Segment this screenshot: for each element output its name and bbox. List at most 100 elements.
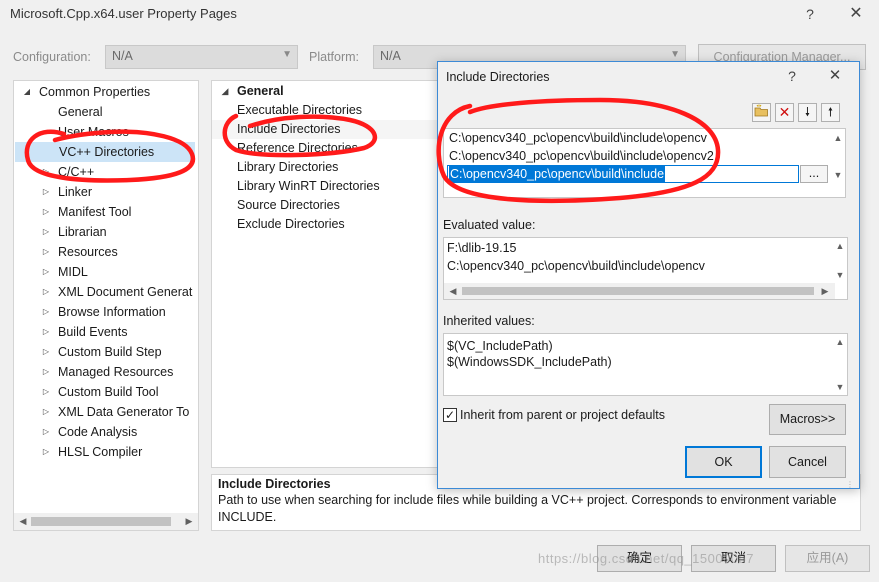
expand-arrow-icon[interactable]: ▷ [41, 262, 51, 282]
tree-item[interactable]: ▷ MIDL [14, 262, 198, 282]
property-tree[interactable]: ◢ Common Properties General User Macros VC++… [13, 80, 199, 531]
tree-item[interactable]: ▷ C/C++ [14, 162, 198, 182]
dialog-title: Include Directories [446, 70, 550, 84]
browse-button[interactable]: ... [800, 165, 828, 183]
configuration-dropdown[interactable]: N/A ▼ [105, 45, 298, 69]
tree-item[interactable]: VC++ Directories [15, 142, 195, 162]
scroll-left-icon[interactable]: ◀ [16, 513, 30, 529]
expand-arrow-icon[interactable]: ▷ [41, 422, 51, 442]
inherited-label: Inherited values: [443, 314, 535, 328]
expand-arrow-icon[interactable]: ▷ [41, 362, 51, 382]
expand-arrow-icon[interactable]: ▷ [41, 282, 51, 302]
scroll-down-icon[interactable]: ▼ [833, 379, 847, 395]
tree-item-label: User Macros [58, 125, 129, 139]
section-header[interactable]: ◢ General [212, 82, 440, 101]
property-name: Include Directories [237, 122, 341, 136]
expand-arrow-icon[interactable]: ▷ [41, 222, 51, 242]
apply-button[interactable]: 应用(A) [785, 545, 870, 572]
help-button[interactable]: ? [796, 3, 824, 25]
delete-icon[interactable]: ✕ [775, 103, 794, 122]
evaluated-box: F:\dlib-19.15 C:\opencv340_pc\opencv\bui… [443, 237, 848, 300]
chevron-down-icon: ▼ [670, 49, 680, 60]
property-row[interactable]: Library WinRT Directories [212, 177, 440, 196]
expand-arrow-icon[interactable]: ▷ [41, 322, 51, 342]
tree-item[interactable]: ▷ Librarian [14, 222, 198, 242]
tree-item[interactable]: ▷ XML Document Generat [14, 282, 198, 302]
property-row[interactable]: Reference Directories [212, 139, 440, 158]
dialog-cancel-button[interactable]: Cancel [769, 446, 846, 478]
tree-item-label: Build Events [58, 325, 128, 339]
inherit-checkbox[interactable]: ✓ [443, 408, 457, 422]
expand-arrow-icon[interactable]: ▷ [41, 182, 51, 202]
scroll-right-icon[interactable]: ▶ [818, 283, 832, 299]
tree-item-label: VC++ Directories [59, 145, 155, 159]
property-row[interactable]: Include Directories [212, 120, 440, 139]
new-folder-icon[interactable] [752, 103, 771, 122]
resize-grip-icon[interactable]: ⋮ [846, 480, 856, 489]
scroll-up-icon[interactable]: ▲ [833, 334, 847, 350]
scrollbar-thumb[interactable] [31, 517, 171, 526]
inherit-checkbox-label[interactable]: Inherit from parent or project defaults [460, 408, 665, 422]
tree-item[interactable]: ▷ Managed Resources [14, 362, 198, 382]
move-down-icon[interactable]: 🠗 [798, 103, 817, 122]
move-up-icon[interactable]: 🠕 [821, 103, 840, 122]
tree-item[interactable]: ▷ Linker [14, 182, 198, 202]
dialog-help-button[interactable]: ? [778, 65, 806, 87]
tree-item[interactable]: ▷ Browse Information [14, 302, 198, 322]
tree-item[interactable]: ▷ Resources [14, 242, 198, 262]
scroll-down-icon[interactable]: ▼ [831, 167, 845, 183]
directory-entry-editor[interactable]: C:\opencv340_pc\opencv\build\include [447, 165, 799, 183]
scroll-down-icon[interactable]: ▼ [833, 267, 847, 283]
expand-arrow-icon[interactable]: ◢ [220, 82, 230, 101]
scroll-up-icon[interactable]: ▲ [833, 238, 847, 254]
property-name: Source Directories [237, 198, 340, 212]
tree-item[interactable]: ▷ Build Events [14, 322, 198, 342]
inherited-line: $(WindowsSDK_IncludePath) [447, 355, 612, 369]
property-row[interactable]: Executable Directories [212, 101, 440, 120]
close-button[interactable]: ✕ [842, 3, 870, 25]
tree-item[interactable]: ▷ HLSL Compiler [14, 442, 198, 462]
expand-arrow-icon[interactable]: ▷ [41, 242, 51, 262]
platform-value: N/A [380, 49, 401, 63]
scroll-up-icon[interactable]: ▲ [831, 130, 845, 146]
tree-item[interactable]: ▷ XML Data Generator To [14, 402, 198, 422]
inherited-box: $(VC_IncludePath) $(WindowsSDK_IncludePa… [443, 333, 848, 396]
expand-arrow-icon[interactable]: ▷ [41, 442, 51, 462]
inherited-line: $(VC_IncludePath) [447, 339, 553, 353]
tree-item[interactable]: ▷ Code Analysis [14, 422, 198, 442]
expand-arrow-icon[interactable]: ▷ [41, 342, 51, 362]
expand-arrow-icon[interactable]: ▷ [41, 162, 51, 182]
include-directories-dialog: Include Directories ? ✕ ✕ 🠗 🠕 C:\opencv3… [437, 61, 860, 489]
collapse-arrow-icon[interactable]: ◢ [22, 82, 32, 102]
evaluated-horizontal-scrollbar[interactable]: ◀ ▶ [444, 283, 835, 299]
tree-item-label: Browse Information [58, 305, 166, 319]
tree-item[interactable]: User Macros [14, 122, 198, 142]
tree-item[interactable]: ◢ Common Properties [14, 82, 198, 102]
expand-arrow-icon[interactable]: ▷ [41, 202, 51, 222]
expand-arrow-icon[interactable]: ▷ [41, 402, 51, 422]
property-row[interactable]: Library Directories [212, 158, 440, 177]
tree-horizontal-scrollbar[interactable]: ◀ ▶ [14, 513, 198, 530]
tree-item[interactable]: General [14, 102, 198, 122]
expand-arrow-icon[interactable]: ▷ [41, 302, 51, 322]
tree-item-label: Resources [58, 245, 118, 259]
dialog-close-button[interactable]: ✕ [821, 65, 849, 87]
tree-item[interactable]: ▷ Manifest Tool [14, 202, 198, 222]
chevron-down-icon: ▼ [282, 49, 292, 60]
directory-entry[interactable]: C:\opencv340_pc\opencv\build\include\ope… [449, 148, 714, 165]
directories-list[interactable]: C:\opencv340_pc\opencv\build\include\ope… [443, 128, 846, 198]
scrollbar-thumb[interactable] [462, 287, 814, 295]
property-row[interactable]: Exclude Directories [212, 215, 440, 234]
evaluated-line: C:\opencv340_pc\opencv\build\include\ope… [447, 259, 705, 273]
scroll-right-icon[interactable]: ▶ [182, 513, 196, 529]
tree-item[interactable]: ▷ Custom Build Tool [14, 382, 198, 402]
tree-item-label: Custom Build Tool [58, 385, 159, 399]
scroll-left-icon[interactable]: ◀ [446, 283, 460, 299]
directory-entry[interactable]: C:\opencv340_pc\opencv\build\include\ope… [449, 130, 707, 147]
expand-arrow-icon[interactable]: ▷ [41, 382, 51, 402]
property-row[interactable]: Source Directories [212, 196, 440, 215]
tree-item[interactable]: ▷ Custom Build Step [14, 342, 198, 362]
macros-button[interactable]: Macros>> [769, 404, 846, 435]
directory-entry-selected[interactable]: C:\opencv340_pc\opencv\build\include [449, 166, 666, 182]
dialog-ok-button[interactable]: OK [685, 446, 762, 478]
